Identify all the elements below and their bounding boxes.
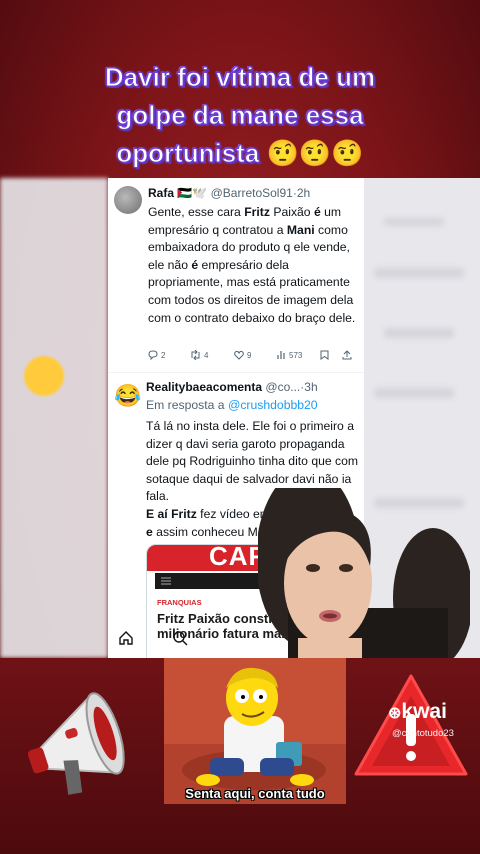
kwai-logo-icon: ⊛	[388, 705, 402, 722]
menu-icon	[161, 577, 171, 585]
blurred-background-left	[0, 178, 108, 658]
author-handle[interactable]: @BarretoSol91	[211, 186, 293, 200]
kwai-watermark: ⊛kwai	[388, 700, 447, 723]
reply-icon	[148, 350, 158, 360]
presenter-video-overlay	[258, 488, 470, 660]
tweet-time: 2h	[296, 186, 311, 200]
megaphone-icon	[27, 692, 125, 795]
tweet-text: Gente, esse cara Fritz Paixão é um empre…	[148, 205, 356, 325]
avatar[interactable]: 😂	[114, 382, 142, 410]
bookmark-icon	[320, 350, 329, 360]
reply-context: Em resposta a @crushdobbb20	[146, 398, 318, 412]
like-button[interactable]: 9	[234, 350, 251, 360]
meme-caption: Senta aqui, conta tudo	[185, 786, 325, 801]
share-button[interactable]	[342, 350, 352, 360]
video-caption: Davir foi vítima de um golpe da mane ess…	[60, 58, 420, 172]
laughing-emoji-icon: 😂	[114, 383, 142, 408]
author-name[interactable]: Rafa	[148, 186, 174, 200]
warning-icon	[354, 674, 468, 776]
bookmark-button[interactable]	[320, 350, 329, 360]
watermark-handle: @contotudo23	[392, 728, 454, 739]
share-icon	[342, 350, 352, 360]
raised-eyebrow-emojis: 🤨🤨🤨	[266, 138, 364, 168]
home-icon[interactable]	[118, 630, 134, 646]
card-category: FRANQUIAS	[157, 598, 202, 607]
bar-chart-icon	[277, 351, 285, 359]
cartoon-character-illustration	[164, 658, 346, 804]
retweet-button[interactable]: 4	[190, 350, 208, 360]
views-button[interactable]: 573	[276, 350, 302, 360]
avatar[interactable]	[114, 186, 142, 214]
tweet-time: 3h	[304, 380, 318, 394]
laughing-emoji-icon	[24, 356, 64, 396]
caption-line-3: oportunista 🤨🤨🤨	[116, 138, 364, 169]
tweet-header: Realitybaeacomenta @co...·3h	[146, 380, 318, 394]
caption-line-1: Davir foi vítima de um	[104, 62, 376, 93]
author-flags: 🇵🇸🕊️	[177, 186, 208, 200]
reply-button[interactable]: 2	[148, 350, 165, 360]
heart-icon	[234, 350, 244, 360]
caption-line-2: golpe da mane essa	[116, 100, 364, 131]
reply-handle-link[interactable]: @crushdobbb20	[228, 398, 318, 412]
author-name[interactable]: Realitybaeacomenta	[146, 380, 262, 394]
tweet-header: Rafa 🇵🇸🕊️ @BarretoSol91·2h	[148, 186, 311, 200]
author-handle[interactable]: @co...	[265, 380, 300, 394]
retweet-icon	[191, 350, 200, 360]
divider	[108, 372, 364, 373]
tweet-actions: 2 4 9 573	[148, 350, 358, 364]
meme-image: Senta aqui, conta tudo	[164, 658, 346, 804]
search-icon[interactable]	[172, 630, 188, 646]
